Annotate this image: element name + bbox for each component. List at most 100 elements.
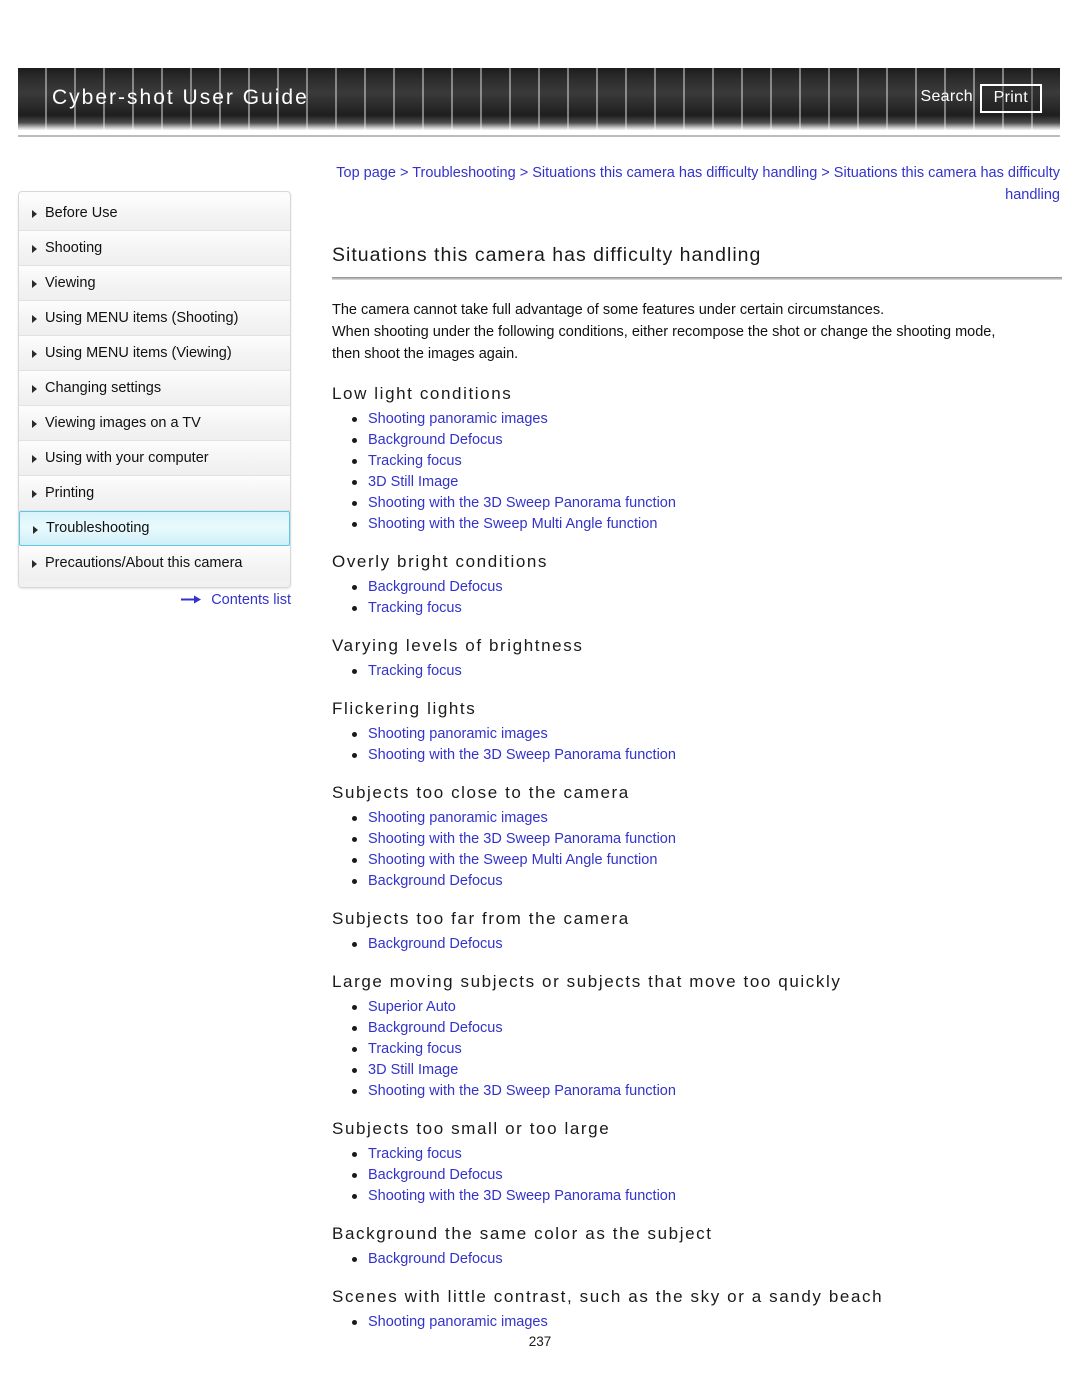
sidebar-item-shooting[interactable]: Shooting	[19, 231, 290, 266]
section-heading: Scenes with little contrast, such as the…	[332, 1287, 884, 1306]
sidebar-item-precautions[interactable]: Precautions/About this camera	[19, 546, 290, 581]
list-item[interactable]: Tracking focus	[352, 451, 1062, 472]
list-item[interactable]: Background Defocus	[352, 934, 1062, 955]
list-item[interactable]: Shooting panoramic images	[352, 724, 1062, 745]
section-link-list: Tracking focus	[332, 661, 1062, 682]
list-item[interactable]: Shooting with the 3D Sweep Panorama func…	[352, 1186, 1062, 1207]
section-link-list: Superior Auto Background Defocus Tracking …	[332, 997, 1062, 1102]
list-item[interactable]: Shooting with the Sweep Multi Angle func…	[352, 850, 1062, 871]
bullet-icon	[352, 837, 357, 842]
breadcrumb: Top page > Troubleshooting > Situations …	[332, 162, 1060, 206]
link-label: Tracking focus	[368, 663, 462, 679]
chevron-right-icon	[32, 560, 37, 568]
bullet-icon	[352, 816, 357, 821]
list-item[interactable]: Shooting with the 3D Sweep Panorama func…	[352, 1081, 1062, 1102]
sidebar-item-label: Using MENU items (Viewing)	[45, 345, 232, 361]
list-item[interactable]: Shooting with the 3D Sweep Panorama func…	[352, 745, 1062, 766]
search-button[interactable]: Search	[921, 88, 974, 106]
link-label: Background Defocus	[368, 579, 503, 595]
link-label: Background Defocus	[368, 432, 503, 448]
title-divider	[332, 277, 1062, 280]
list-item[interactable]: Shooting panoramic images	[352, 409, 1062, 430]
section-link-list: Background Defocus	[332, 934, 1062, 955]
list-item[interactable]: Shooting panoramic images	[352, 1312, 1062, 1333]
contents-list-link[interactable]: Contents list	[18, 592, 291, 609]
sidebar-item-viewing-images-tv[interactable]: Viewing images on a TV	[19, 406, 290, 441]
list-item[interactable]: Background Defocus	[352, 1249, 1062, 1270]
section-heading: Background the same color as the subject	[332, 1224, 713, 1243]
bullet-icon	[352, 1026, 357, 1031]
list-item[interactable]: Tracking focus	[352, 1144, 1062, 1165]
section-link-list: Tracking focus Background Defocus Shooting…	[332, 1144, 1062, 1207]
page-title-banner: Cyber-shot User Guide	[52, 86, 309, 109]
bullet-icon	[352, 1047, 357, 1052]
link-label: Shooting panoramic images	[368, 411, 548, 427]
link-label: Tracking focus	[368, 600, 462, 616]
sidebar-item-before-use[interactable]: Before Use	[19, 196, 290, 231]
breadcrumb-item-troubleshooting[interactable]: Troubleshooting	[412, 165, 515, 181]
intro-line-3: then shoot the images again.	[332, 346, 519, 362]
list-item[interactable]: Superior Auto	[352, 997, 1062, 1018]
sidebar-item-viewing[interactable]: Viewing	[19, 266, 290, 301]
list-item[interactable]: Shooting with the 3D Sweep Panorama func…	[352, 829, 1062, 850]
print-button[interactable]: Print	[979, 84, 1042, 113]
content-section: Subjects too small or too large Tracking …	[332, 1119, 1062, 1207]
sidebar-item-label: Using MENU items (Shooting)	[45, 310, 239, 326]
breadcrumb-item-top-page[interactable]: Top page	[336, 165, 396, 181]
chevron-right-icon	[32, 350, 37, 358]
bullet-icon	[352, 417, 357, 422]
list-item[interactable]: Shooting with the Sweep Multi Angle func…	[352, 514, 1062, 535]
contents-list-label: Contents list	[211, 592, 291, 608]
sidebar-item-using-with-computer[interactable]: Using with your computer	[19, 441, 290, 476]
sidebar-item-using-menu-shooting[interactable]: Using MENU items (Shooting)	[19, 301, 290, 336]
bullet-icon	[352, 753, 357, 758]
intro-line-1: The camera cannot take full advantage of…	[332, 302, 885, 318]
sections-container: Low light conditions Shooting panoramic i…	[332, 384, 1062, 1333]
intro-line-2: When shooting under the following condit…	[332, 324, 996, 340]
link-label: Tracking focus	[368, 1041, 462, 1057]
bullet-icon	[352, 732, 357, 737]
section-heading: Subjects too far from the camera	[332, 909, 630, 928]
sidebar-item-label: Viewing	[45, 275, 96, 291]
bullet-icon	[352, 585, 357, 590]
sidebar-item-troubleshooting[interactable]: Troubleshooting	[19, 511, 290, 546]
sidebar-item-using-menu-viewing[interactable]: Using MENU items (Viewing)	[19, 336, 290, 371]
list-item[interactable]: Background Defocus	[352, 871, 1062, 892]
breadcrumb-item-situations[interactable]: Situations this camera has difficulty ha…	[532, 165, 817, 181]
list-item[interactable]: Shooting panoramic images	[352, 808, 1062, 829]
list-item[interactable]: Background Defocus	[352, 577, 1062, 598]
link-label: Background Defocus	[368, 936, 503, 952]
list-item[interactable]: Tracking focus	[352, 598, 1062, 619]
content-section: Large moving subjects or subjects that m…	[332, 972, 1062, 1102]
link-label: Shooting with the 3D Sweep Panorama func…	[368, 1083, 676, 1099]
sidebar-item-label: Viewing images on a TV	[45, 415, 201, 431]
section-heading: Large moving subjects or subjects that m…	[332, 972, 842, 991]
list-item[interactable]: Tracking focus	[352, 661, 1062, 682]
list-item[interactable]: 3D Still Image	[352, 1060, 1062, 1081]
link-label: 3D Still Image	[368, 1062, 459, 1078]
bullet-icon	[352, 1257, 357, 1262]
content-section: Varying levels of brightness Tracking foc…	[332, 636, 1062, 682]
list-item[interactable]: 3D Still Image	[352, 472, 1062, 493]
list-item[interactable]: Background Defocus	[352, 1165, 1062, 1186]
bullet-icon	[352, 1005, 357, 1010]
bullet-icon	[352, 1089, 357, 1094]
list-item[interactable]: Background Defocus	[352, 430, 1062, 451]
list-item[interactable]: Background Defocus	[352, 1018, 1062, 1039]
content-section: Overly bright conditions Background Defoc…	[332, 552, 1062, 619]
section-heading: Low light conditions	[332, 384, 513, 403]
link-label: Shooting with the Sweep Multi Angle func…	[368, 516, 658, 532]
section-link-list: Background Defocus Tracking focus	[332, 577, 1062, 619]
sidebar-item-label: Shooting	[45, 240, 103, 256]
link-label: Tracking focus	[368, 453, 462, 469]
sidebar-item-printing[interactable]: Printing	[19, 476, 290, 511]
list-item[interactable]: Shooting with the 3D Sweep Panorama func…	[352, 493, 1062, 514]
bullet-icon	[352, 438, 357, 443]
content-section: Background the same color as the subject…	[332, 1224, 1062, 1270]
bullet-icon	[352, 858, 357, 863]
bullet-icon	[352, 1068, 357, 1073]
list-item[interactable]: Tracking focus	[352, 1039, 1062, 1060]
sidebar-item-changing-settings[interactable]: Changing settings	[19, 371, 290, 406]
breadcrumb-separator: >	[821, 165, 830, 181]
link-label: Background Defocus	[368, 873, 503, 889]
